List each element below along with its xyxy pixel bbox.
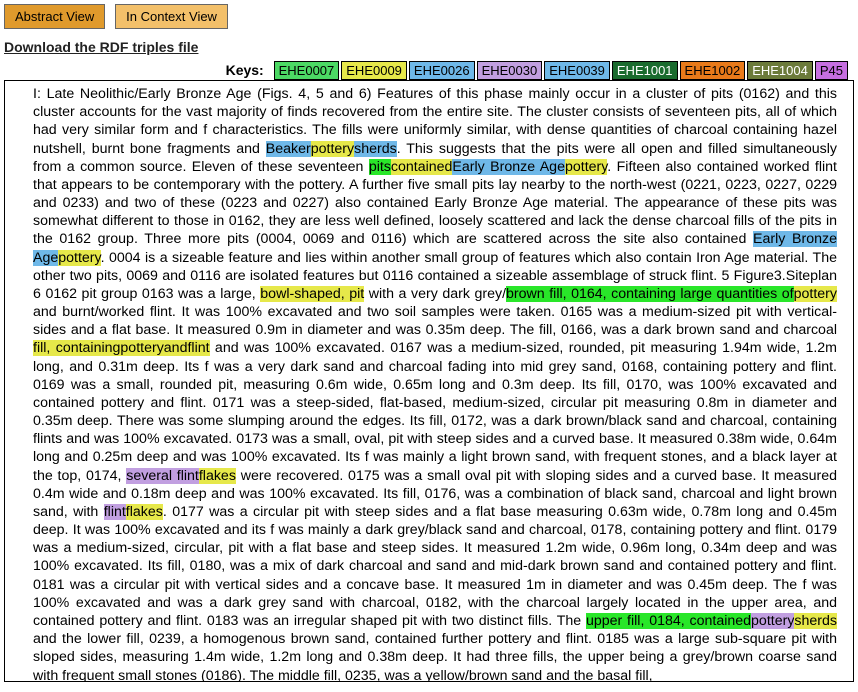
download-rdf-link[interactable]: Download the RDF triples file: [4, 39, 198, 55]
rdf-highlight: several flint: [126, 468, 199, 484]
rdf-highlight: and: [164, 340, 188, 356]
keys-label: Keys:: [226, 62, 264, 78]
rdf-highlight: flint: [187, 340, 209, 356]
in-context-view-button[interactable]: In Context View: [115, 4, 228, 29]
key-EHE0026[interactable]: EHE0026: [409, 61, 475, 80]
rdf-highlight: fill, containing: [33, 340, 120, 356]
rdf-highlight: brown fill, 0164, containing large quant…: [506, 286, 794, 302]
body-text: with a very dark grey/: [364, 286, 506, 302]
rdf-highlight: flakes: [199, 468, 236, 484]
key-EHE0030[interactable]: EHE0030: [477, 61, 543, 80]
rdf-highlight: pottery: [58, 250, 100, 266]
body-text: and the lower fill, 0239, a homogenous b…: [33, 631, 837, 682]
rdf-highlight: pottery: [311, 141, 354, 157]
rdf-highlight: pottery: [565, 159, 607, 175]
rdf-highlight: sherds: [354, 141, 397, 157]
key-EHE1002[interactable]: EHE1002: [680, 61, 746, 80]
rdf-highlight: Early Bronze Age: [452, 159, 565, 175]
key-EHE1001[interactable]: EHE1001: [612, 61, 678, 80]
rdf-highlight: flakes: [126, 504, 163, 520]
keys-row: Keys: EHE0007EHE0009EHE0026EHE0030EHE003…: [4, 61, 854, 80]
rdf-highlight: sherds: [794, 613, 837, 629]
key-EHE0007[interactable]: EHE0007: [274, 61, 340, 80]
document-viewer[interactable]: I: Late Neolithic/Early Bronze Age (Figs…: [4, 80, 854, 682]
body-text: and burnt/worked flint. It was 100% exca…: [33, 304, 837, 338]
rdf-highlight: bowl-shaped, pit: [260, 286, 364, 302]
rdf-highlight: pottery: [794, 286, 837, 302]
rdf-highlight: pottery: [751, 613, 794, 629]
rdf-highlight: Beaker: [266, 141, 311, 157]
toolbar: Abstract View In Context View: [4, 4, 854, 29]
key-EHE1004[interactable]: EHE1004: [747, 61, 813, 80]
body-text: and was 100% excavated. 0167 was a mediu…: [33, 340, 837, 483]
abstract-view-button[interactable]: Abstract View: [4, 4, 105, 29]
rdf-highlight: pottery: [120, 340, 163, 356]
key-EHE0039[interactable]: EHE0039: [544, 61, 610, 80]
body-text: . 0177 was a circular pit with steep sid…: [33, 504, 837, 629]
key-EHE0009[interactable]: EHE0009: [341, 61, 407, 80]
rdf-highlight: upper fill, 0184, contained: [586, 613, 751, 629]
rdf-highlight: pits: [369, 159, 391, 175]
key-P45[interactable]: P45: [815, 61, 848, 80]
rdf-highlight: flint: [104, 504, 126, 520]
rdf-highlight: contained: [391, 159, 453, 175]
